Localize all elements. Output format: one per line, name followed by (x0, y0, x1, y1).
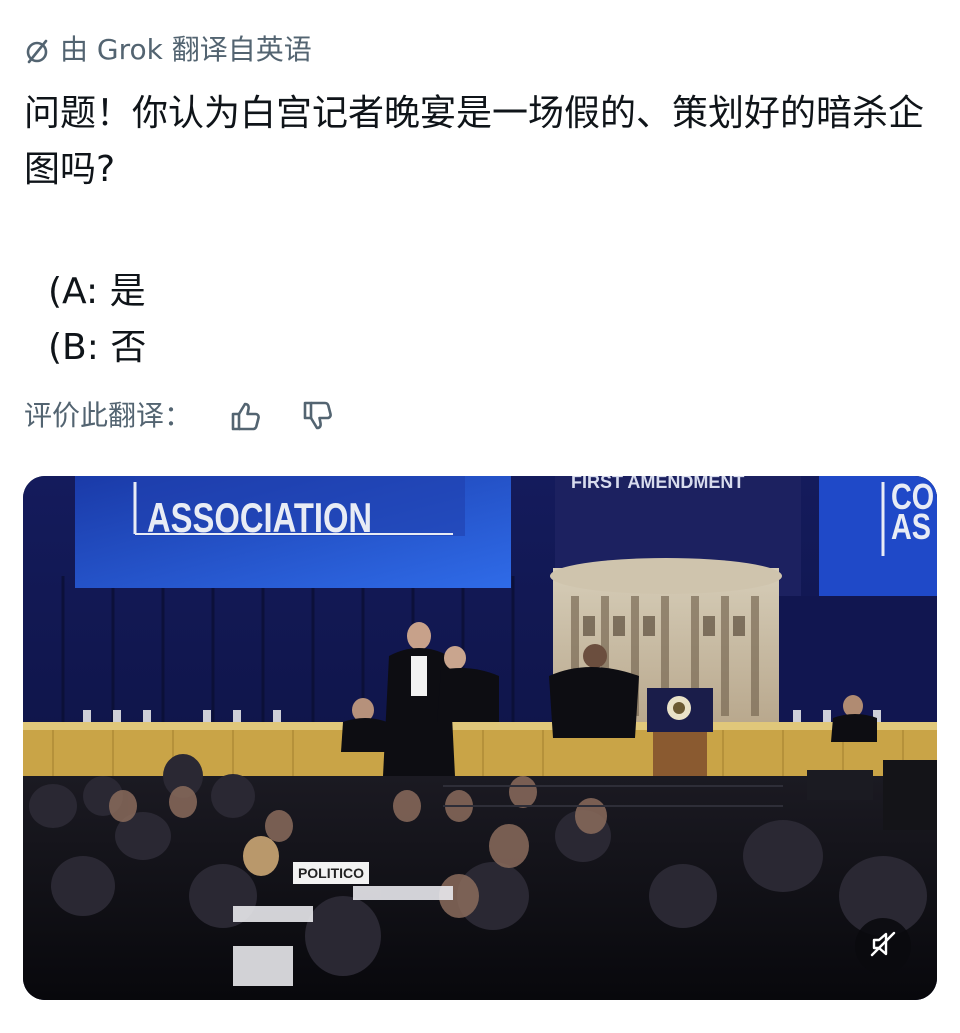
option-a: (A: 是 (48, 271, 146, 312)
poll-options: (A: 是 (B: 否 (48, 264, 146, 376)
politico-sign: POLITICO (293, 862, 369, 884)
slash-circle-icon (24, 36, 52, 64)
thumbs-down-icon[interactable] (300, 398, 336, 434)
rate-translation-row: 评价此翻译： (24, 394, 336, 438)
option-b: (B: 否 (48, 327, 147, 368)
video-media[interactable]: ASSOCIATION FIRST AMENDMENT CO AS POLITI… (23, 476, 937, 1000)
translation-header-text: 由 Grok 翻译自英语 (60, 33, 312, 66)
muted-speaker-icon (868, 929, 898, 963)
mute-toggle-button[interactable] (855, 918, 911, 974)
banner-first-amendment-text: FIRST AMENDMENT (571, 476, 745, 492)
thumbs-up-icon[interactable] (228, 398, 264, 434)
banner-right-text-bottom: AS (891, 506, 932, 547)
banner-association-text: ASSOCIATION (147, 494, 373, 541)
post-text: 问题！你认为白宫记者晚宴是一场假的、策划好的暗杀企图吗? (24, 93, 925, 190)
translation-header: 由 Grok 翻译自英语 (24, 30, 312, 70)
event-photo (23, 476, 937, 1000)
rate-translation-label: 评价此翻译： (24, 399, 193, 432)
